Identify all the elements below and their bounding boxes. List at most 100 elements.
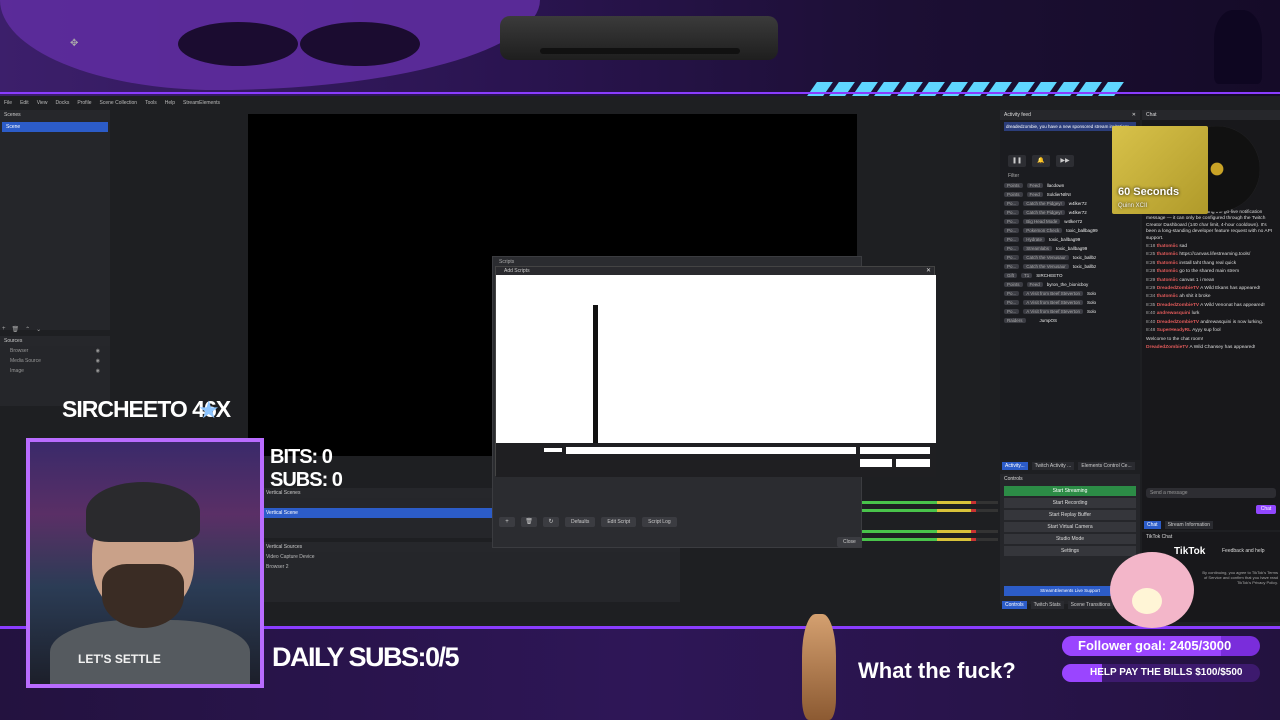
overlay-divider [0,92,1280,94]
subs-counter: SUBS: 0 [270,469,343,491]
tab-twitch-activity[interactable]: Twitch Activity ... [1031,462,1075,470]
chat-user[interactable]: DreadedZombieTV [1157,320,1199,325]
chat-text: install taht thang real quick [1179,260,1237,266]
filetype-select[interactable] [860,447,930,454]
script-log-button[interactable]: Script Log [642,517,677,527]
file-browser-area[interactable] [496,275,936,443]
activity-row[interactable]: Po... Big Head Mode w4lker72 [1000,217,1140,226]
move-down-icon[interactable]: ⌄ [36,326,41,333]
activity-row[interactable]: Raiders JumpOS [1000,316,1140,325]
start-recording-button[interactable]: Start Recording [1004,498,1136,508]
chat-user[interactable]: DreadedZombieTV [1146,345,1188,350]
start-streaming-button[interactable]: Start Streaming [1004,486,1136,496]
menu-tools[interactable]: Tools [145,100,157,112]
menu-streamelements[interactable]: StreamElements [183,100,220,112]
chat-messages: There's no Twitch API for setting the go… [1146,210,1278,353]
filename-input[interactable] [566,447,856,454]
activity-row[interactable]: Po... Hydrate toxic_ballbag99 [1000,235,1140,244]
close-icon[interactable]: ✕ [926,267,931,274]
activity-row[interactable]: Po... A Visit from Beef Steverton Solo [1000,289,1140,298]
activity-reward: Feed [1026,282,1043,287]
eye-icon[interactable]: ◉ [96,348,100,354]
close-icon[interactable]: ✕ [1132,112,1136,118]
start-replay-buffer-button[interactable]: Start Replay Buffer [1004,510,1136,520]
tab-chat[interactable]: Chat [1144,521,1161,529]
chat-user[interactable]: DreadedZombieTV [1157,303,1199,308]
tab-controls[interactable]: Controls [1002,601,1027,609]
clefairy-egg [1132,588,1162,614]
activity-user: toxic_ballbag99 [1056,246,1088,251]
remove-script-button[interactable]: 🗑 [521,517,537,527]
activity-row[interactable]: Po... A Visit from Beef Steverton Solo [1000,307,1140,316]
chat-time: 8:48 [1146,328,1156,334]
add-script-button[interactable]: + [499,517,515,527]
audio-meter [862,509,998,512]
chat-input[interactable]: Send a message [1146,488,1276,498]
audio-meter [862,501,998,504]
pause-icon[interactable]: ❚❚ [1008,155,1026,167]
chat-user[interactable]: thatomiic [1157,294,1178,299]
chat-text: Welcome to the chat room! [1146,336,1204,342]
bills-goal-text: HELP PAY THE BILLS $100/$500 [1090,667,1243,678]
chat-user[interactable]: SuperHeadyRL [1157,328,1191,333]
scene-item-scene[interactable]: Scene [2,122,108,132]
move-up-icon[interactable]: ⌃ [25,326,30,333]
open-button[interactable] [860,459,892,467]
chat-message: 8:26 thatomiic install taht thang real q… [1146,261,1278,267]
vertical-source-item[interactable]: Video Capture Device [262,552,680,562]
tab-stream-information[interactable]: Stream Information [1164,521,1214,529]
chat-time: 8:18 [1146,244,1156,250]
mute-icon[interactable]: 🔔 [1032,155,1050,167]
tab-activity[interactable]: Activity... [1002,462,1028,470]
menu-help[interactable]: Help [165,100,175,112]
activity-row[interactable]: Po... Catch the Venusaur toxic_ballbz [1000,262,1140,271]
reload-script-button[interactable]: ↻ [543,517,559,527]
chat-user[interactable]: andrewasquini [1157,311,1191,316]
chat-message: 8:28 thatomiic go to the shared main str… [1146,269,1278,275]
activity-row[interactable]: Po... A Visit from Beef Steverton Solo [1000,298,1140,307]
add-scene-icon[interactable]: + [2,326,6,333]
activity-type: Points [1004,192,1023,197]
chat-user[interactable]: thatomiic [1157,261,1178,266]
feedback-link[interactable]: Feedback and help [1222,548,1265,554]
mouse-cursor-icon: ✥ [70,38,79,49]
edit-script-button[interactable]: Edit Script [601,517,637,527]
webcam-beanie [86,482,200,542]
cancel-button[interactable] [896,459,930,467]
studio-mode-button[interactable]: Studio Mode [1004,534,1136,544]
chat-user[interactable]: thatomiic [1157,278,1178,283]
start-virtual-camera-button[interactable]: Start Virtual Camera [1004,522,1136,532]
vertical-source-item[interactable]: Browser 2 [262,562,680,572]
skip-icon[interactable]: ▶▶ [1056,155,1074,167]
eye-icon[interactable]: ◉ [96,358,100,364]
chat-user[interactable]: thatomiic [1157,252,1178,257]
activity-reward: Catch the Pidgey! [1023,201,1065,206]
pane-splitter[interactable] [593,305,598,443]
tab-elements-control[interactable]: Elements Control Ce... [1078,462,1135,470]
chat-message: 8:40 andrewasquini lurk [1146,311,1278,317]
vertical-scene-item[interactable]: Vertical Scene [262,508,492,518]
defaults-button[interactable]: Defaults [565,517,596,527]
chat-send-button[interactable]: Chat [1256,505,1276,514]
eye-icon[interactable]: ◉ [96,368,100,374]
chat-user[interactable]: thatomiic [1157,244,1178,249]
source-item[interactable]: Browser ◉ [0,346,110,356]
activity-row[interactable]: Gift T1 SIRCHEETO [1000,271,1140,280]
chat-user[interactable]: thatomiic [1157,269,1178,274]
chat-message: 8:18 thatomiic sad [1146,244,1278,250]
chat-time: 8:34 [1146,294,1156,300]
activity-row[interactable]: Points Feed byron_the_bionicboy [1000,280,1140,289]
activity-row[interactable]: Po... Streamlabs toxic_ballbag99 [1000,244,1140,253]
activity-row[interactable]: Po... Pokemon Check toxic_ballbag99 [1000,226,1140,235]
remove-scene-icon[interactable]: 🗑 [12,326,20,333]
source-item[interactable]: Media Source ◉ [0,356,110,366]
shadow-figure-graphic [1214,10,1262,84]
activity-row[interactable]: Po... Catch the Venusaur toxic_ballbz [1000,253,1140,262]
close-button[interactable]: Close [837,537,862,547]
tab-twitch-stats[interactable]: Twitch Stats [1030,601,1064,609]
streamer-name-text: SIRCHEETO [62,396,188,422]
chat-user[interactable]: DreadedZombieTV [1157,286,1199,291]
activity-type: Po... [1004,300,1020,305]
source-item[interactable]: Image ◉ [0,366,110,376]
song-title: 60 Seconds [1118,186,1180,198]
